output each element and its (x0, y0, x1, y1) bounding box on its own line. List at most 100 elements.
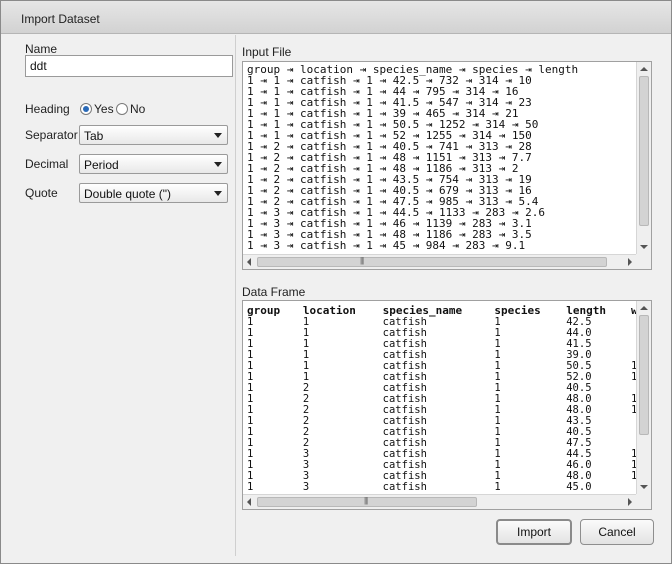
arrow-up-icon[interactable] (640, 67, 648, 71)
heading-label: Heading (25, 102, 70, 116)
table-cell: 1 (494, 415, 501, 427)
table-cell: 1 (247, 415, 254, 427)
table-cell: 2 (302, 404, 310, 416)
table-cell: 2 (302, 393, 310, 405)
arrow-up-icon[interactable] (640, 306, 648, 310)
import-button[interactable]: Import (496, 519, 572, 545)
table-cell: 1 (302, 371, 310, 383)
separator-label: Separator (25, 128, 78, 142)
table-cell: 1 (494, 481, 501, 493)
import-dataset-dialog: Import Dataset Name ddt Heading Yes No S… (0, 0, 672, 564)
table-cell: 1 (247, 437, 254, 449)
table-cell: 1 (494, 360, 501, 372)
table-cell: 1 (302, 327, 310, 339)
table-cell: catfish (382, 481, 427, 493)
heading-no-radio-icon[interactable] (116, 103, 128, 115)
title-bar: Import Dataset (1, 1, 671, 34)
input-file-label: Input File (242, 45, 292, 59)
scroll-thumb[interactable] (639, 315, 649, 435)
table-cell: 1 (302, 360, 310, 372)
table-cell: 1 (247, 426, 254, 438)
input-file-vertical-scrollbar[interactable] (636, 62, 651, 254)
column-header: species (494, 304, 541, 317)
quote-select[interactable]: Double quote (") (79, 183, 228, 203)
cancel-button[interactable]: Cancel (580, 519, 654, 545)
arrow-down-icon[interactable] (640, 485, 648, 489)
table-cell: 1 (247, 371, 254, 383)
table-cell: 1 (247, 349, 254, 361)
table-cell: 1 (247, 338, 254, 350)
table-cell: 1 (494, 338, 501, 350)
table-cell: 1 (247, 404, 254, 416)
data-frame-viewer[interactable]: group location species_name species length w … (242, 300, 652, 510)
table-cell: 45.0 (566, 481, 592, 493)
name-label: Name (25, 42, 58, 56)
table-row: 1 3 catfish 1 45.0 (247, 482, 651, 493)
table-cell: 1 (247, 481, 254, 493)
table-cell: 2 (302, 415, 310, 427)
table-cell: 1 (247, 316, 254, 328)
table-cell: 1 (494, 437, 501, 449)
table-cell: 2 (302, 382, 310, 394)
arrow-right-icon[interactable] (628, 258, 632, 266)
table-cell: 1 (247, 382, 254, 394)
table-cell: 1 (247, 360, 254, 372)
input-file-line: 1 ⇥ 3 ⇥ catfish ⇥ 1 ⇥ 45 ⇥ 984 ⇥ 283 ⇥ 9… (247, 239, 526, 252)
table-cell: 1 (494, 316, 501, 328)
name-input[interactable]: ddt (25, 55, 233, 77)
table-cell: 1 (494, 404, 501, 416)
chevron-down-icon (214, 133, 222, 138)
table-cell: 1 (494, 382, 501, 394)
scroll-corner (636, 494, 651, 509)
heading-no-label[interactable]: No (130, 102, 145, 116)
table-cell: 1 (302, 338, 310, 350)
separator-select[interactable]: Tab (79, 125, 228, 145)
heading-yes-label[interactable]: Yes (94, 102, 114, 116)
table-cell: 1 (494, 327, 501, 339)
arrow-left-icon[interactable] (247, 498, 251, 506)
arrow-left-icon[interactable] (247, 258, 251, 266)
decimal-label: Decimal (25, 157, 69, 171)
table-cell: 1 (494, 448, 501, 460)
options-panel: Name ddt Heading Yes No Separator Tab De… (12, 35, 236, 556)
table-cell: 1 (494, 459, 501, 471)
table-cell: 1 (494, 470, 501, 482)
arrow-down-icon[interactable] (640, 245, 648, 249)
table-cell: 1 (247, 393, 254, 405)
input-file-horizontal-scrollbar[interactable]: ||| (243, 254, 636, 269)
dialog-title: Import Dataset (21, 12, 100, 26)
scroll-thumb[interactable] (639, 76, 649, 226)
column-header: group (247, 304, 281, 317)
table-cell: 1 (302, 349, 310, 361)
decimal-value: Period (84, 158, 119, 172)
table-cell: 1 (247, 470, 254, 482)
data-frame-horizontal-scrollbar[interactable]: ||| (243, 494, 636, 509)
table-cell: 1 (247, 327, 254, 339)
column-header: location (302, 304, 356, 317)
table-cell: 1 (247, 459, 254, 471)
table-cell: 2 (302, 426, 310, 438)
table-cell: 1 (494, 349, 501, 361)
separator-value: Tab (84, 129, 104, 143)
arrow-right-icon[interactable] (628, 498, 632, 506)
heading-yes-radio-icon[interactable] (80, 103, 92, 115)
chevron-down-icon (214, 162, 222, 167)
decimal-select[interactable]: Period (79, 154, 228, 174)
scroll-corner (636, 254, 651, 269)
quote-value: Double quote (") (84, 187, 171, 201)
table-cell: 2 (302, 437, 310, 449)
chevron-down-icon (214, 191, 222, 196)
table-cell: 3 (302, 470, 310, 482)
data-frame-label: Data Frame (242, 285, 306, 299)
data-frame-vertical-scrollbar[interactable] (636, 301, 651, 494)
table-cell: 1 (302, 316, 310, 328)
scroll-thumb[interactable] (257, 257, 607, 267)
table-cell: 3 (302, 459, 310, 471)
table-cell: 1 (247, 448, 254, 460)
table-cell: 1 (494, 426, 501, 438)
table-cell: 1 (494, 393, 501, 405)
input-file-viewer[interactable]: group ⇥ location ⇥ species_name ⇥ specie… (242, 61, 652, 270)
table-cell: 3 (302, 481, 310, 493)
data-frame-table: group location species_name species length w … (247, 304, 651, 493)
table-cell: 3 (302, 448, 310, 460)
